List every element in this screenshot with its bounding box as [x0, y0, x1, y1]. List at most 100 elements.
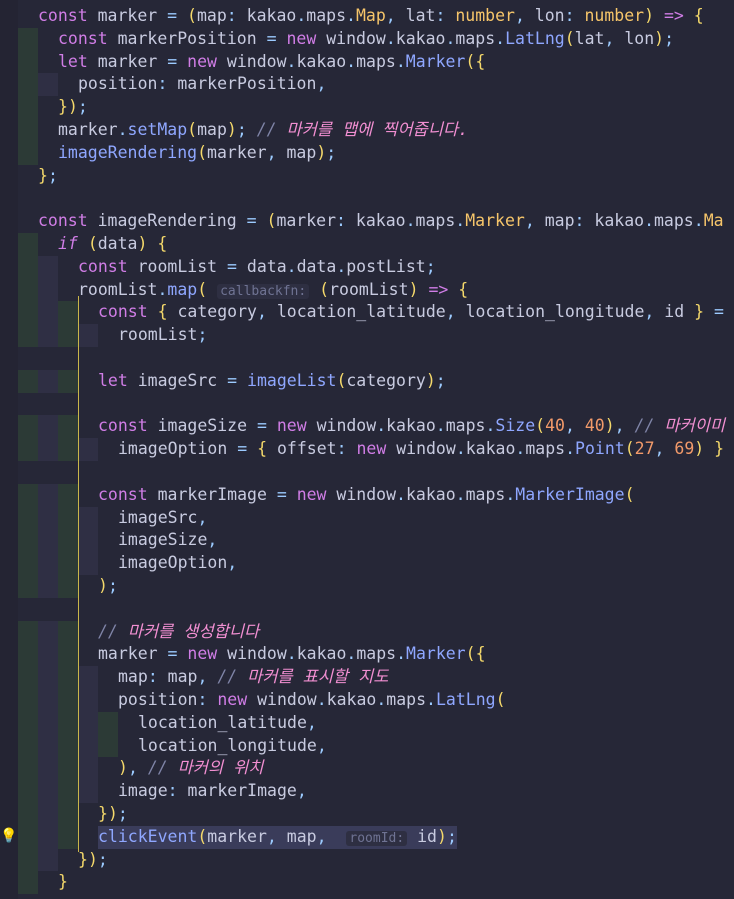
- code-text: marker.setMap(map); // 마커를 맵에 찍어줍니다.: [58, 120, 469, 139]
- indent-guide: [18, 757, 38, 781]
- code-line[interactable]: [0, 598, 734, 621]
- code-line[interactable]: map: map, // 마커를 표시할 지도: [0, 666, 734, 689]
- indent-guide: [58, 369, 78, 393]
- indent-guide: [38, 825, 58, 849]
- indent-guide: [38, 803, 58, 826]
- indent-guide: [58, 825, 78, 849]
- indent-guide: [58, 666, 78, 689]
- indent-guide: [38, 73, 58, 97]
- indent-guide: [58, 506, 78, 530]
- indent-guide: [18, 278, 38, 302]
- code-line[interactable]: });: [0, 803, 734, 826]
- indent-guide: [58, 529, 78, 553]
- code-text: const marker = (map: kakao.maps.Map, lat…: [38, 6, 704, 25]
- code-text: });: [78, 849, 108, 869]
- code-line[interactable]: // 마커를 생성합니다: [0, 620, 734, 644]
- code-text: const markerImage = new window.kakao.map…: [98, 484, 635, 504]
- indent-guide: [38, 711, 58, 735]
- indent-guide: [18, 689, 38, 712]
- code-line[interactable]: let imageSrc = imageList(category);: [0, 369, 734, 393]
- indent-guide: [38, 666, 58, 689]
- code-text: let imageSrc = imageList(category);: [98, 370, 446, 390]
- indent-guide: [78, 757, 98, 781]
- code-line[interactable]: });: [0, 848, 734, 872]
- code-line[interactable]: const imageRendering = (marker: kakao.ma…: [0, 210, 734, 233]
- code-text: imageSize,: [118, 530, 218, 550]
- code-line[interactable]: let marker = new window.kakao.maps.Marke…: [0, 50, 734, 74]
- code-line[interactable]: clickEvent(marker, map, roomId: id);: [0, 825, 734, 849]
- code-line[interactable]: position: new window.kakao.maps.LatLng(: [0, 689, 734, 712]
- code-text: });: [58, 97, 88, 117]
- indent-guide: [78, 324, 98, 347]
- indent-guide: [38, 643, 58, 667]
- code-line[interactable]: const markerImage = new window.kakao.map…: [0, 483, 734, 507]
- code-line[interactable]: const marker = (map: kakao.maps.Map, lat…: [0, 5, 734, 28]
- code-line[interactable]: imageOption,: [0, 552, 734, 575]
- code-line[interactable]: image: markerImage,: [0, 780, 734, 803]
- code-text: clickEvent(marker, map, roomId: id);: [98, 825, 457, 849]
- code-line[interactable]: [0, 393, 734, 416]
- indent-guide: [78, 438, 98, 461]
- indent-guide: [58, 415, 78, 439]
- indent-guide: [58, 552, 78, 575]
- code-line[interactable]: );: [0, 575, 734, 598]
- code-line[interactable]: [0, 461, 734, 484]
- indent-guide: [18, 871, 38, 895]
- indent-guide: [38, 483, 58, 507]
- code-line[interactable]: [0, 187, 734, 210]
- indent-guide: [18, 301, 38, 325]
- code-line[interactable]: imageOption = { offset: new window.kakao…: [0, 438, 734, 461]
- code-line[interactable]: location_longitude,: [0, 734, 734, 758]
- code-line[interactable]: const roomList = data.data.postList;: [0, 255, 734, 279]
- lightbulb-icon[interactable]: 💡: [0, 827, 17, 845]
- indent-guide: [78, 734, 98, 758]
- indent-guide: [38, 689, 58, 712]
- indent-guide: [38, 848, 58, 872]
- code-text: };: [38, 165, 58, 185]
- indent-guide: [58, 620, 78, 644]
- code-line[interactable]: ), // 마커의 위치: [0, 757, 734, 781]
- indent-guide: [38, 620, 58, 644]
- indent-guide: [58, 711, 78, 735]
- code-line[interactable]: if (data) {: [0, 233, 734, 256]
- code-text: image: markerImage,: [118, 781, 307, 801]
- code-line[interactable]: position: markerPosition,: [0, 73, 734, 97]
- indent-guide: [18, 50, 38, 74]
- code-text: position: markerPosition,: [78, 74, 327, 94]
- code-line[interactable]: const { category, location_latitude, loc…: [0, 301, 734, 325]
- code-text: position: new window.kakao.maps.LatLng(: [118, 690, 506, 709]
- code-line[interactable]: const markerPosition = new window.kakao.…: [0, 27, 734, 51]
- code-text: map: map, // 마커를 표시할 지도: [118, 667, 389, 687]
- code-text: roomList;: [118, 325, 208, 345]
- indent-guide: [18, 324, 38, 347]
- code-line[interactable]: roomList;: [0, 324, 734, 347]
- indent-guide: [18, 255, 38, 279]
- code-line[interactable]: [0, 347, 734, 370]
- indent-guide: [38, 529, 58, 553]
- indent-guide: [38, 278, 58, 302]
- code-text: if (data) {: [58, 234, 168, 253]
- indent-guide: [18, 96, 38, 119]
- code-text: const { category, location_latitude, loc…: [98, 302, 724, 322]
- indent-guide: [18, 848, 38, 872]
- indent-guide: [18, 483, 38, 507]
- code-line[interactable]: imageSize,: [0, 529, 734, 553]
- code-line[interactable]: marker.setMap(map); // 마커를 맵에 찍어줍니다.: [0, 119, 734, 142]
- indent-guide: [18, 575, 38, 598]
- code-line[interactable]: location_latitude,: [0, 711, 734, 735]
- code-text: );: [98, 576, 118, 595]
- code-line[interactable]: }: [0, 871, 734, 895]
- code-line[interactable]: roomList.map( callbackfn: (roomList) => …: [0, 278, 734, 302]
- indent-guide: [58, 757, 78, 781]
- code-line[interactable]: imageRendering(marker, map);: [0, 141, 734, 165]
- indent-guide: [38, 757, 58, 781]
- code-line[interactable]: const imageSize = new window.kakao.maps.…: [0, 415, 734, 439]
- code-editor[interactable]: const marker = (map: kakao.maps.Map, lat…: [0, 0, 734, 899]
- code-line[interactable]: marker = new window.kakao.maps.Marker({: [0, 643, 734, 667]
- indent-guide: [18, 119, 38, 142]
- code-text: const markerPosition = new window.kakao.…: [58, 28, 675, 48]
- code-line[interactable]: });: [0, 96, 734, 119]
- code-line[interactable]: imageSrc,: [0, 506, 734, 530]
- indent-guide: [18, 415, 38, 439]
- code-line[interactable]: };: [0, 165, 734, 188]
